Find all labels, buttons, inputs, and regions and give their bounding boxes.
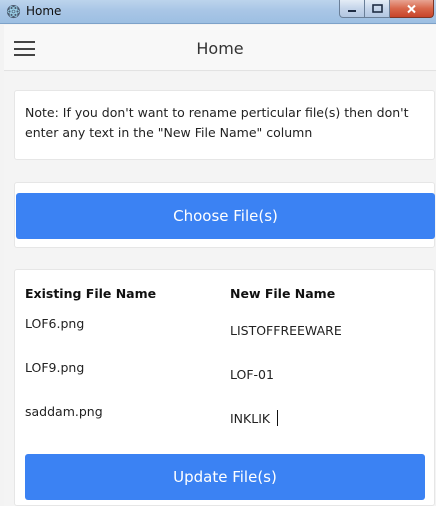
existing-file-name: saddam.png xyxy=(25,404,103,419)
new-file-name-input[interactable] xyxy=(230,364,420,384)
window-title: Home xyxy=(26,4,62,18)
choose-files-card: Choose File(s) xyxy=(14,182,435,248)
update-files-button[interactable]: Update File(s) xyxy=(25,454,425,500)
files-table-card: Existing File Name New File Name LOF6.pn… xyxy=(14,269,435,506)
main-content: Note: If you don't want to rename pertic… xyxy=(4,72,436,506)
app-header: Home xyxy=(4,25,436,71)
minimize-button[interactable] xyxy=(339,0,365,18)
new-file-name-input[interactable] xyxy=(230,408,420,428)
minimize-icon xyxy=(348,9,356,12)
maximize-icon xyxy=(371,4,383,13)
page-title: Home xyxy=(196,39,244,58)
window-titlebar[interactable]: Home xyxy=(0,0,436,24)
choose-files-button[interactable]: Choose File(s) xyxy=(16,193,435,239)
existing-file-name: LOF6.png xyxy=(25,316,85,331)
close-icon xyxy=(407,4,416,13)
existing-file-name-header: Existing File Name xyxy=(25,286,157,301)
new-file-name-header: New File Name xyxy=(230,286,336,301)
app-icon xyxy=(6,4,21,19)
note-text: Note: If you don't want to rename pertic… xyxy=(25,105,409,140)
new-file-name-input[interactable] xyxy=(230,320,420,340)
maximize-button[interactable] xyxy=(365,0,390,18)
note-card: Note: If you don't want to rename pertic… xyxy=(14,90,435,160)
text-caret xyxy=(277,410,278,426)
window-controls xyxy=(339,0,434,18)
existing-file-name: LOF9.png xyxy=(25,360,85,375)
close-button[interactable] xyxy=(390,0,434,18)
